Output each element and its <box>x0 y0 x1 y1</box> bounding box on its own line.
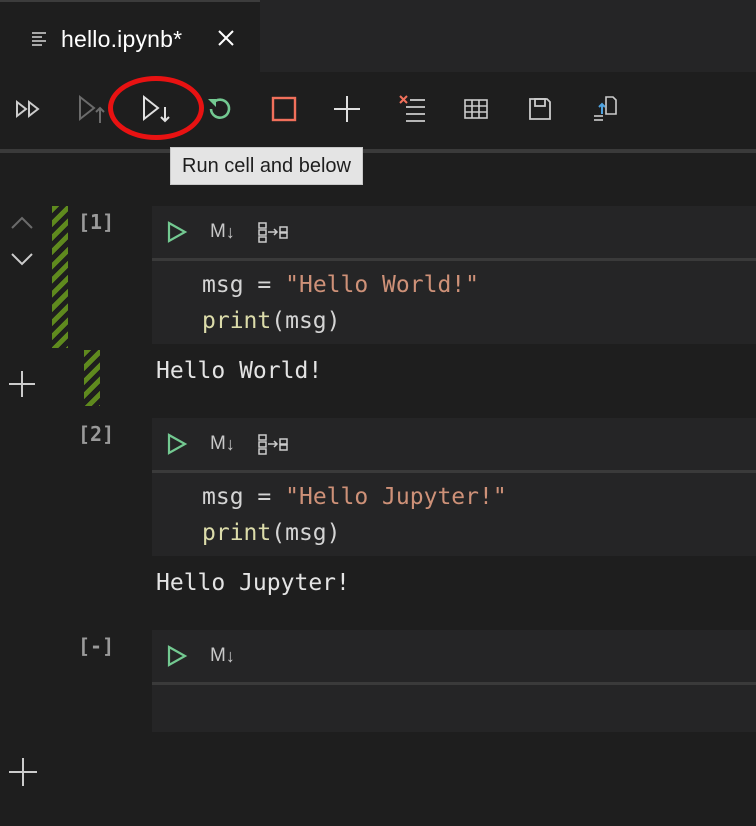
move-cell-up-icon[interactable] <box>10 215 34 236</box>
cell-toolbar: M ↓ <box>152 418 756 470</box>
code-editor[interactable]: msg = "Hello World!" print(msg) <box>152 258 756 344</box>
cell-toolbar: M ↓ <box>152 630 756 682</box>
run-all-button[interactable] <box>9 90 49 128</box>
restart-icon <box>208 98 231 119</box>
down-arrow-icon: ↓ <box>225 221 235 242</box>
toolbar-divider <box>0 149 756 153</box>
tab-title: hello.ipynb* <box>61 26 183 52</box>
run-cell-icon <box>167 221 188 243</box>
cell-toolbar: M ↓ <box>152 206 756 258</box>
markdown-toggle[interactable]: M ↓ <box>210 430 235 458</box>
tab-bar: hello.ipynb* <box>0 0 756 72</box>
split-cell-icon <box>258 434 288 455</box>
code-line: msg = "Hello World!" <box>202 272 479 298</box>
run-above-button[interactable] <box>72 90 112 128</box>
editor-tab[interactable]: hello.ipynb* <box>0 0 260 72</box>
code-line: print(msg) <box>202 308 341 334</box>
move-cell-down-icon[interactable] <box>10 251 34 272</box>
down-arrow-icon: ↓ <box>225 433 235 454</box>
plus-icon <box>334 96 360 122</box>
run-cell-button[interactable] <box>166 642 188 670</box>
close-icon[interactable] <box>216 28 236 53</box>
notebook-lines-icon <box>31 31 47 52</box>
run-cell-button[interactable] <box>166 430 188 458</box>
execution-count: [-] <box>78 634 115 658</box>
add-cell-button[interactable] <box>327 90 367 128</box>
run-below-icon <box>143 94 170 123</box>
split-cell-icon <box>258 222 288 243</box>
stop-icon <box>271 96 297 122</box>
variable-explorer-button[interactable] <box>456 90 496 128</box>
clear-outputs-icon <box>399 95 425 122</box>
cell-output: Hello Jupyter! <box>156 570 350 596</box>
selected-cell-stripe <box>52 206 68 348</box>
run-cell-icon <box>167 433 188 455</box>
execution-count: [2] <box>78 422 115 446</box>
run-cell-icon <box>167 645 188 667</box>
markdown-label: M <box>210 433 226 454</box>
markdown-toggle[interactable]: M ↓ <box>210 218 235 246</box>
interrupt-kernel-button[interactable] <box>264 90 304 128</box>
markdown-toggle[interactable]: M ↓ <box>210 642 235 670</box>
cell-output: Hello World! <box>156 358 323 384</box>
save-button[interactable] <box>520 90 560 128</box>
clear-outputs-button[interactable] <box>392 90 432 128</box>
export-button[interactable] <box>584 90 624 128</box>
table-icon <box>464 99 488 119</box>
notebook-toolbar <box>0 72 756 150</box>
split-cell-button[interactable] <box>257 218 291 246</box>
restart-kernel-button[interactable] <box>200 90 240 128</box>
code-line: print(msg) <box>202 520 341 546</box>
markdown-label: M <box>210 221 226 242</box>
run-all-icon <box>16 99 40 119</box>
run-above-icon <box>79 94 105 123</box>
tooltip: Run cell and below <box>170 147 363 185</box>
code-editor[interactable] <box>152 682 756 732</box>
code-editor[interactable]: msg = "Hello Jupyter!" print(msg) <box>152 470 756 556</box>
add-cell-bottom-plus-icon[interactable] <box>8 757 38 792</box>
run-cell-button[interactable] <box>166 218 188 246</box>
insert-cell-plus-icon[interactable] <box>8 370 36 403</box>
export-icon <box>594 96 617 121</box>
code-line: msg = "Hello Jupyter!" <box>202 484 507 510</box>
execution-count: [1] <box>78 210 115 234</box>
output-stripe <box>84 350 100 406</box>
down-arrow-icon: ↓ <box>225 645 235 666</box>
markdown-label: M <box>210 645 226 666</box>
save-icon <box>529 98 551 120</box>
split-cell-button[interactable] <box>257 430 291 458</box>
run-below-button[interactable] <box>136 90 176 128</box>
